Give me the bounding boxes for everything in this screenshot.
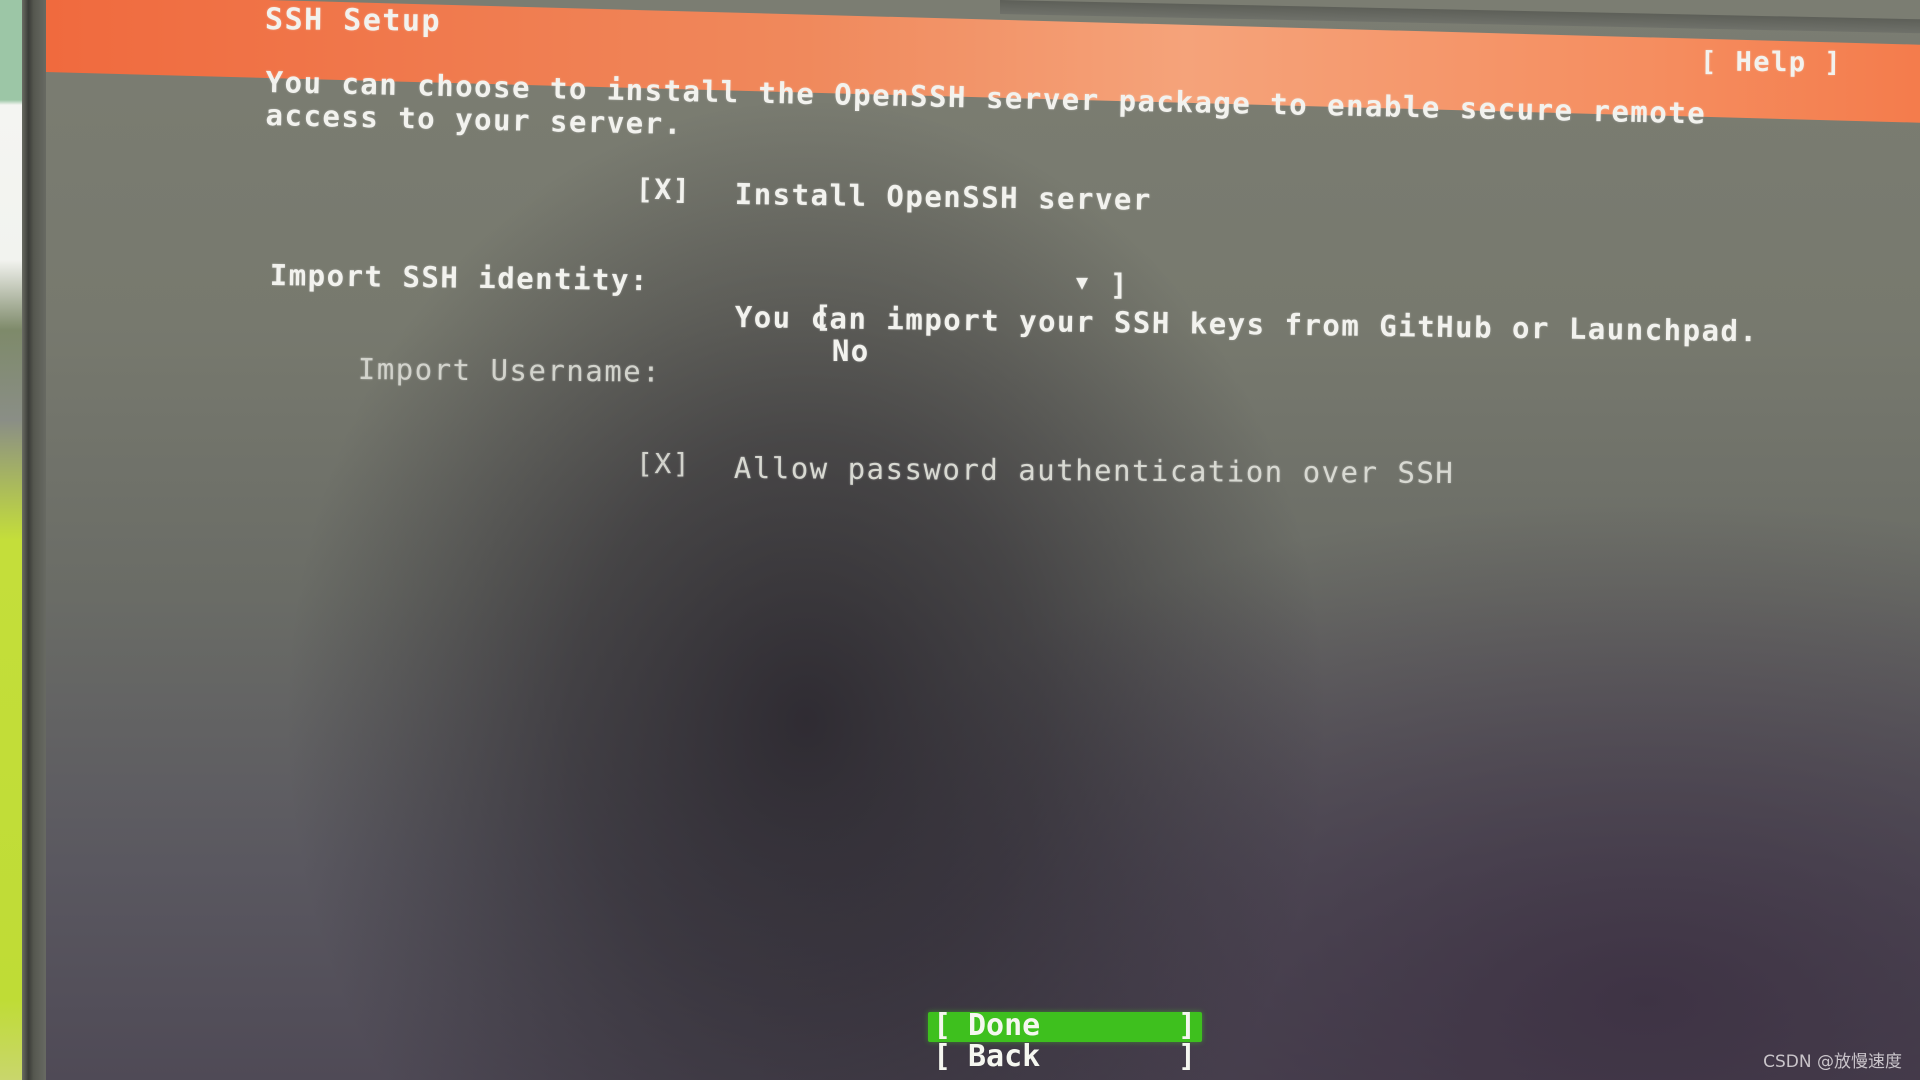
allow-password-checkbox[interactable]: [X] <box>636 447 691 480</box>
allow-password-label[interactable]: Allow password authentication over SSH <box>734 451 1455 490</box>
done-open-bracket: [ <box>933 1008 952 1043</box>
help-button[interactable]: [ Help ] <box>1700 47 1842 79</box>
import-username-label: Import Username: <box>357 352 662 389</box>
install-openssh-checkbox[interactable]: [X] <box>636 173 692 207</box>
photo-of-monitor: SSH Setup [ Help ] You can choose to ins… <box>0 0 1920 1080</box>
monitor-bezel <box>22 0 48 1080</box>
page-title: SSH Setup <box>264 2 442 39</box>
done-button-label[interactable]: Done <box>968 1008 1040 1043</box>
done-close-bracket: ] <box>1178 1008 1197 1043</box>
install-openssh-label[interactable]: Install OpenSSH server <box>735 177 1153 217</box>
import-ssh-identity-label: Import SSH identity: <box>269 258 650 298</box>
dropdown-close-bracket: ] <box>1110 268 1129 302</box>
back-open-bracket: [ <box>933 1039 952 1074</box>
installer-screen <box>46 0 1920 1080</box>
import-username-field[interactable] <box>735 352 1435 388</box>
watermark: CSDN @放慢速度 <box>1763 1052 1902 1072</box>
back-close-bracket: ] <box>1178 1039 1197 1074</box>
back-button[interactable]: Back <box>968 1039 1040 1074</box>
dropdown-arrow-icon: ▼ <box>1076 270 1090 294</box>
